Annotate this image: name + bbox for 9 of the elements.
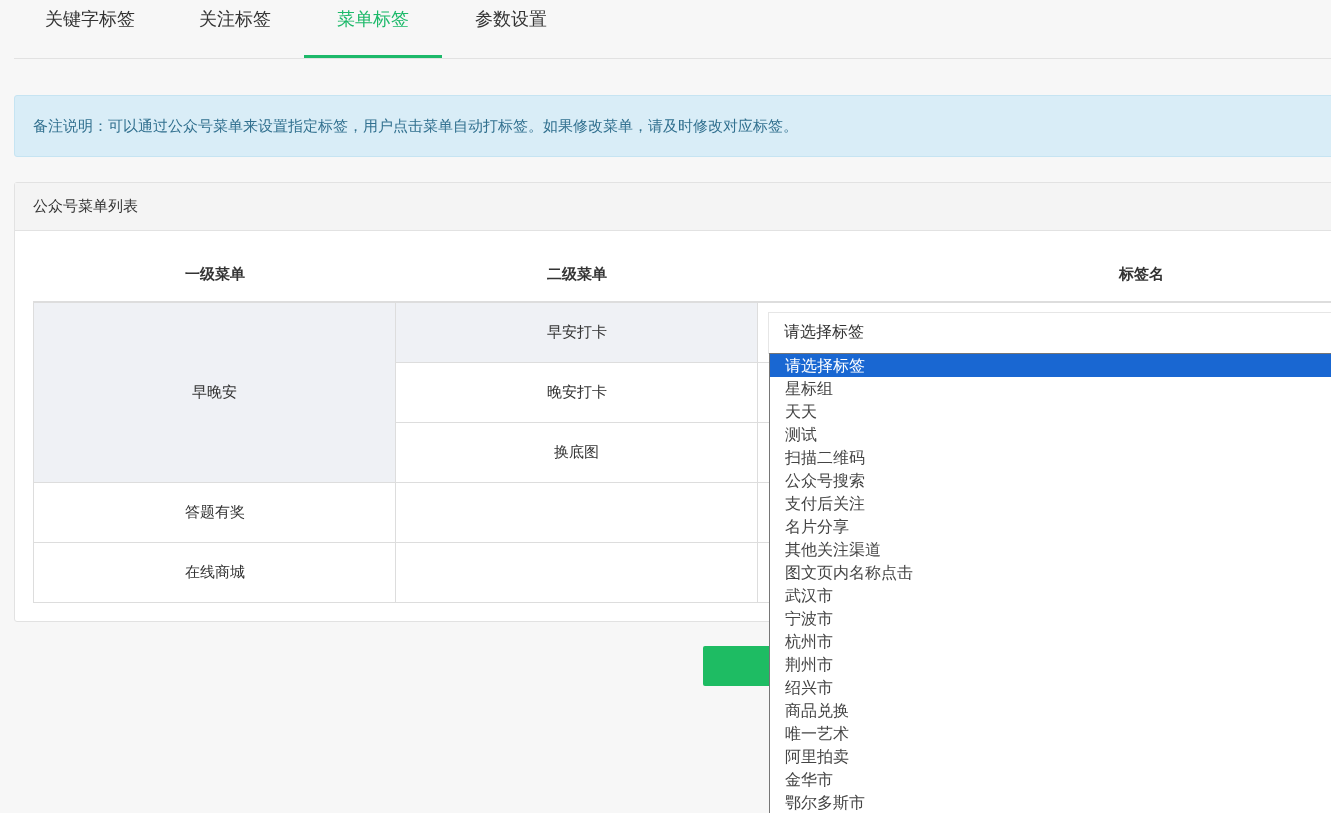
notice-message: 备注说明：可以通过公众号菜单来设置指定标签，用户点击菜单自动打标签。如果修改菜单，请及时修改对应标签。 [14, 95, 1331, 157]
column-header: 标签名 [757, 255, 1331, 302]
table-cell: 晚安打卡 [395, 362, 758, 423]
table-cell: 早晚安 [33, 302, 396, 483]
table-cell: 答题有奖 [33, 482, 396, 543]
table-cell: 换底图 [395, 422, 758, 483]
table-cell: 早安打卡 [395, 302, 758, 363]
panel-title: 公众号菜单列表 [15, 183, 1331, 231]
table-cell: 在线商城 [33, 542, 396, 603]
